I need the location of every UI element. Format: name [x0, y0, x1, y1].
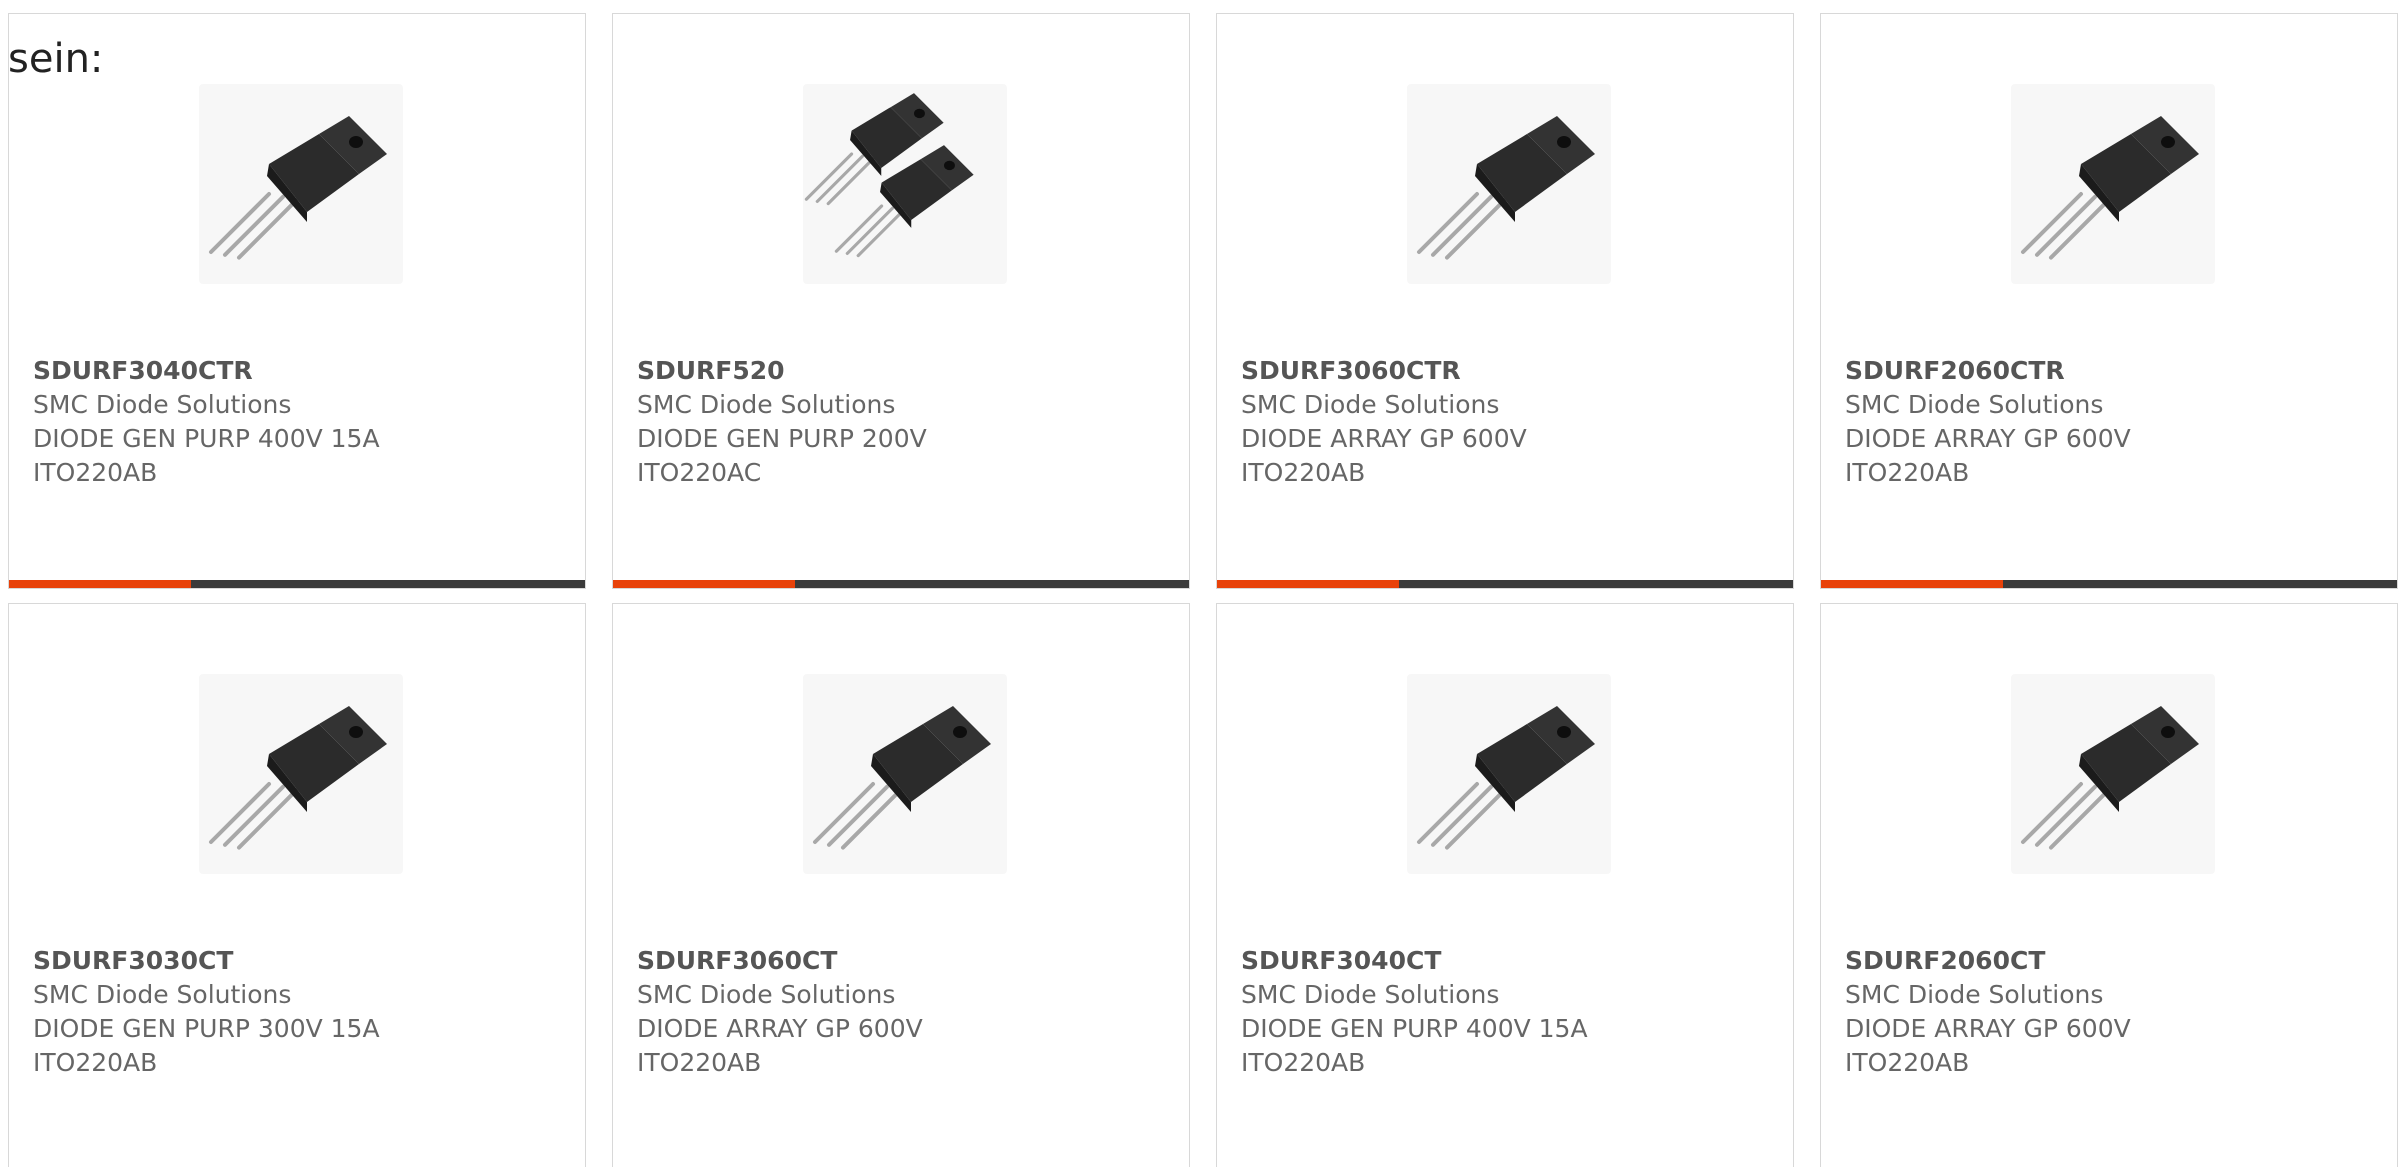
part-number[interactable]: SDURF3040CTR	[33, 354, 565, 388]
to220-single-icon[interactable]	[803, 674, 1007, 874]
description: DIODE ARRAY GP 600V	[1845, 1014, 2131, 1043]
description: DIODE ARRAY GP 600V	[637, 1014, 923, 1043]
product-info: SDURF2060CTR SMC Diode Solutions DIODE A…	[1845, 354, 2377, 490]
product-info: SDURF520 SMC Diode Solutions DIODE GEN P…	[637, 354, 1169, 490]
manufacturer: SMC Diode Solutions	[33, 980, 292, 1009]
package: ITO220AB	[33, 458, 158, 487]
part-number[interactable]: SDURF3060CTR	[1241, 354, 1773, 388]
card-progress-bar	[613, 580, 1189, 588]
package: ITO220AB	[33, 1048, 158, 1077]
card-progress-bar	[1217, 580, 1793, 588]
to220-double-icon[interactable]	[803, 84, 1007, 284]
product-card[interactable]: SDURF3040CT SMC Diode Solutions DIODE GE…	[1216, 603, 1794, 1167]
package: ITO220AB	[1241, 1048, 1366, 1077]
part-number[interactable]: SDURF2060CTR	[1845, 354, 2377, 388]
product-card[interactable]: SDURF3030CT SMC Diode Solutions DIODE GE…	[8, 603, 586, 1167]
card-bar-accent	[1217, 580, 1399, 588]
product-grid: SDURF3040CTR SMC Diode Solutions DIODE G…	[8, 13, 2400, 1167]
part-number[interactable]: SDURF2060CT	[1845, 944, 2377, 978]
manufacturer: SMC Diode Solutions	[1241, 390, 1500, 419]
card-progress-bar	[1821, 580, 2397, 588]
product-card[interactable]: SDURF2060CTR SMC Diode Solutions DIODE A…	[1820, 13, 2398, 589]
manufacturer: SMC Diode Solutions	[1845, 980, 2104, 1009]
product-info: SDURF3030CT SMC Diode Solutions DIODE GE…	[33, 944, 565, 1080]
to220-single-icon[interactable]	[199, 84, 403, 284]
package: ITO220AB	[1845, 458, 1970, 487]
to220-single-icon[interactable]	[2011, 674, 2215, 874]
to220-single-icon[interactable]	[199, 674, 403, 874]
to220-single-icon[interactable]	[1407, 84, 1611, 284]
manufacturer: SMC Diode Solutions	[33, 390, 292, 419]
manufacturer: SMC Diode Solutions	[637, 390, 896, 419]
to220-single-icon[interactable]	[2011, 84, 2215, 284]
description: DIODE GEN PURP 300V 15A	[33, 1014, 380, 1043]
description: DIODE GEN PURP 400V 15A	[33, 424, 380, 453]
product-info: SDURF3060CT SMC Diode Solutions DIODE AR…	[637, 944, 1169, 1080]
card-bar-accent	[1821, 580, 2003, 588]
part-number[interactable]: SDURF3060CT	[637, 944, 1169, 978]
card-progress-bar	[9, 580, 585, 588]
product-info: SDURF3040CTR SMC Diode Solutions DIODE G…	[33, 354, 565, 490]
part-number[interactable]: SDURF520	[637, 354, 1169, 388]
product-info: SDURF3040CT SMC Diode Solutions DIODE GE…	[1241, 944, 1773, 1080]
package: ITO220AC	[637, 458, 762, 487]
description: DIODE ARRAY GP 600V	[1241, 424, 1527, 453]
intro-text: sein:	[8, 36, 104, 82]
card-bar-accent	[9, 580, 191, 588]
product-card[interactable]: SDURF3060CT SMC Diode Solutions DIODE AR…	[612, 603, 1190, 1167]
part-number[interactable]: SDURF3030CT	[33, 944, 565, 978]
product-card[interactable]: SDURF520 SMC Diode Solutions DIODE GEN P…	[612, 13, 1190, 589]
page: SDURF3040CTR SMC Diode Solutions DIODE G…	[0, 0, 2400, 1167]
description: DIODE GEN PURP 200V	[637, 424, 927, 453]
description: DIODE GEN PURP 400V 15A	[1241, 1014, 1588, 1043]
manufacturer: SMC Diode Solutions	[637, 980, 896, 1009]
card-bar-accent	[613, 580, 795, 588]
description: DIODE ARRAY GP 600V	[1845, 424, 2131, 453]
product-info: SDURF3060CTR SMC Diode Solutions DIODE A…	[1241, 354, 1773, 490]
to220-single-icon[interactable]	[1407, 674, 1611, 874]
product-info: SDURF2060CT SMC Diode Solutions DIODE AR…	[1845, 944, 2377, 1080]
product-card[interactable]: SDURF2060CT SMC Diode Solutions DIODE AR…	[1820, 603, 2398, 1167]
product-card[interactable]: SDURF3040CTR SMC Diode Solutions DIODE G…	[8, 13, 586, 589]
manufacturer: SMC Diode Solutions	[1845, 390, 2104, 419]
package: ITO220AB	[637, 1048, 762, 1077]
package: ITO220AB	[1241, 458, 1366, 487]
part-number[interactable]: SDURF3040CT	[1241, 944, 1773, 978]
product-card[interactable]: SDURF3060CTR SMC Diode Solutions DIODE A…	[1216, 13, 1794, 589]
manufacturer: SMC Diode Solutions	[1241, 980, 1500, 1009]
package: ITO220AB	[1845, 1048, 1970, 1077]
